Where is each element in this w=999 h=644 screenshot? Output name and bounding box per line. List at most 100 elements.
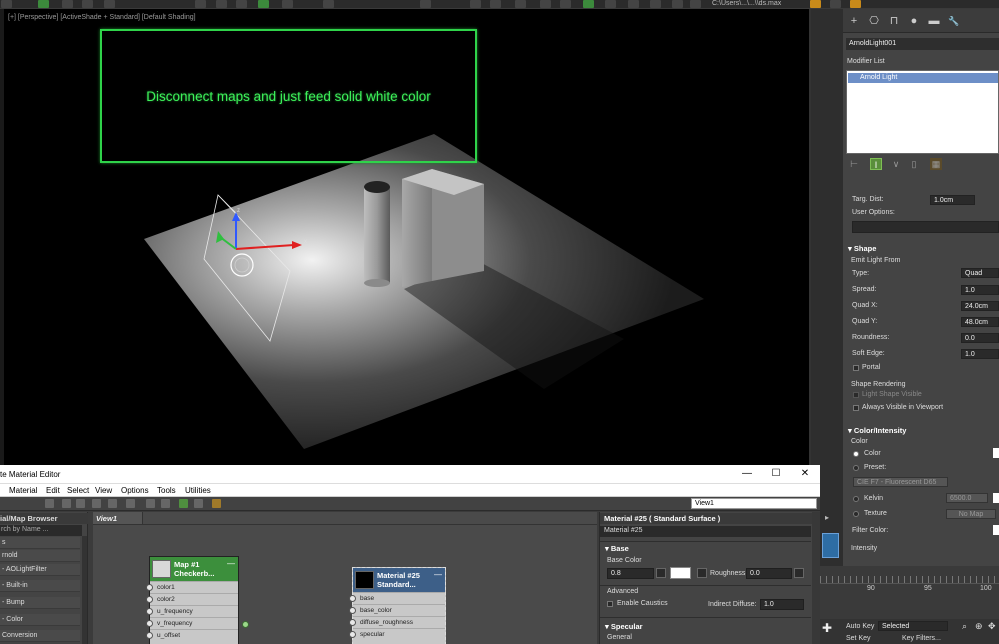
- node-slot[interactable]: color2: [146, 593, 238, 605]
- roughness-field[interactable]: 0.0: [746, 568, 792, 579]
- node-slot[interactable]: diffuse_roughness: [349, 616, 445, 628]
- input-socket[interactable]: [146, 608, 153, 615]
- key-filters-button[interactable]: Key Filters...: [902, 635, 941, 642]
- activeshade-icon[interactable]: [628, 0, 639, 8]
- input-socket[interactable]: [349, 595, 356, 602]
- menu-material[interactable]: Material: [9, 486, 37, 495]
- browser-item[interactable]: - Color: [0, 614, 80, 626]
- node-slot[interactable]: color1: [146, 581, 238, 593]
- modify-tab[interactable]: ⎔: [867, 15, 881, 27]
- menu-edit[interactable]: Edit: [46, 486, 60, 495]
- output-socket[interactable]: [242, 621, 249, 628]
- auto-key-selection-dropdown[interactable]: Selected: [878, 621, 948, 631]
- mirror-icon[interactable]: [420, 0, 431, 8]
- maximize-icon[interactable]: ☐: [769, 467, 783, 481]
- select-icon[interactable]: [1, 0, 12, 8]
- node-view[interactable]: View1 Map #1 Checkerb... — color1 color2…: [93, 512, 597, 644]
- kelvin-radio[interactable]: [853, 496, 859, 502]
- input-socket[interactable]: [349, 607, 356, 614]
- search-icon[interactable]: ⌕: [962, 621, 967, 632]
- layout-all-icon[interactable]: [146, 499, 155, 508]
- input-socket[interactable]: [146, 596, 153, 603]
- browser-item[interactable]: Conversion: [0, 630, 80, 642]
- preset-radio[interactable]: [853, 465, 859, 471]
- timeline[interactable]: 90 95 100: [820, 566, 999, 619]
- base-color-map-button[interactable]: [697, 568, 707, 578]
- percent-snap-icon[interactable]: [258, 0, 269, 8]
- hierarchy-tab[interactable]: ⊓: [887, 15, 901, 27]
- help-icon[interactable]: [830, 0, 841, 8]
- navigator-icon[interactable]: [194, 499, 203, 508]
- display-tab[interactable]: ▬: [927, 15, 941, 27]
- view-dropdown[interactable]: View1: [691, 498, 817, 509]
- schematic-icon[interactable]: [515, 0, 526, 8]
- standard-surface-node[interactable]: Material #25 Standard... — base base_col…: [349, 567, 446, 644]
- input-socket[interactable]: [349, 631, 356, 638]
- menu-options[interactable]: Options: [121, 486, 149, 495]
- node-slot[interactable]: base_color: [349, 604, 445, 616]
- menu-select[interactable]: Select: [67, 486, 89, 495]
- named-selection-icon[interactable]: [323, 0, 334, 8]
- node-collapse-icon[interactable]: —: [227, 559, 235, 568]
- node-slot[interactable]: u_offset: [146, 629, 238, 641]
- kelvin-field[interactable]: 6500.0: [946, 493, 988, 503]
- node-collapse-icon[interactable]: —: [434, 570, 442, 579]
- specular-section-title[interactable]: ▾ Specular: [605, 622, 643, 631]
- modifier-item-arnold-light[interactable]: Arnold Light: [848, 73, 998, 83]
- base-section-title[interactable]: ▾ Base: [605, 544, 629, 553]
- layer-icon[interactable]: [470, 0, 481, 8]
- set-key-button[interactable]: Set Key: [846, 635, 871, 642]
- remove-modifier-icon[interactable]: ▯: [908, 158, 920, 170]
- node-slot[interactable]: u_frequency: [146, 605, 238, 617]
- filter-color-swatch[interactable]: [993, 525, 999, 535]
- indirect-diffuse-field[interactable]: 1.0: [760, 599, 804, 610]
- add-key-icon[interactable]: ✚: [822, 621, 832, 635]
- preset-dropdown[interactable]: CIE F7 - Fluorescent D65: [853, 477, 948, 487]
- perspective-viewport[interactable]: z x [+] [Perspective] [ActiveShade + Sta…: [4, 9, 811, 465]
- rotate-icon[interactable]: [62, 0, 73, 8]
- menu-view[interactable]: View: [95, 486, 112, 495]
- selection-filter-icon[interactable]: [195, 0, 206, 8]
- targ-dist-field[interactable]: 1.0cm: [930, 195, 975, 205]
- graph-editor-icon[interactable]: [490, 0, 501, 8]
- configure-sets-icon[interactable]: ▦: [930, 158, 942, 170]
- material-id-icon[interactable]: [126, 499, 135, 508]
- angle-snap-icon[interactable]: [236, 0, 247, 8]
- show-map-icon[interactable]: [108, 499, 117, 508]
- browser-item[interactable]: s: [0, 537, 80, 549]
- soft-edge-field[interactable]: 1.0: [961, 349, 999, 359]
- browser-item[interactable]: - Built-in: [0, 580, 80, 592]
- show-end-result-icon[interactable]: I: [870, 158, 882, 170]
- texture-map-button[interactable]: No Map: [946, 509, 996, 519]
- hide-unused-slots-icon[interactable]: [179, 499, 188, 508]
- arnold-icon[interactable]: [650, 0, 661, 8]
- viewport-layout-button[interactable]: [822, 533, 839, 558]
- render-frame-icon[interactable]: [583, 0, 594, 8]
- browser-search-input[interactable]: rch by Name ...: [0, 525, 82, 536]
- menu-tools[interactable]: Tools: [157, 486, 176, 495]
- snap-icon[interactable]: [216, 0, 227, 8]
- pan-icon[interactable]: ✥: [988, 621, 996, 632]
- assign-material-icon[interactable]: [76, 499, 85, 508]
- make-unique-icon[interactable]: ∨: [890, 158, 902, 170]
- render-setup-icon[interactable]: [560, 0, 571, 8]
- motion-tab[interactable]: ●: [907, 15, 921, 27]
- spread-field[interactable]: 1.0: [961, 285, 999, 295]
- type-dropdown[interactable]: Quad: [961, 268, 999, 278]
- params-scrollbar[interactable]: [812, 512, 820, 644]
- enable-caustics-checkbox[interactable]: [607, 601, 613, 607]
- pick-material-icon[interactable]: [212, 499, 221, 508]
- color-swatch[interactable]: [993, 448, 999, 458]
- quad-y-field[interactable]: 48.0cm: [961, 317, 999, 327]
- create-tab[interactable]: +: [847, 15, 861, 27]
- node-slot[interactable]: v_frequency: [146, 617, 238, 629]
- quad-x-field[interactable]: 24.0cm: [961, 301, 999, 311]
- delete-icon[interactable]: [45, 499, 54, 508]
- browser-scrollbar[interactable]: [82, 536, 87, 644]
- arnold-ipr-icon[interactable]: [690, 0, 701, 8]
- base-color-swatch[interactable]: [670, 567, 691, 579]
- object-name-field[interactable]: ArnoldLight001: [846, 38, 999, 50]
- node-slot[interactable]: base: [349, 592, 445, 604]
- user-icon[interactable]: [850, 0, 861, 8]
- base-weight-field[interactable]: 0.8: [607, 568, 654, 579]
